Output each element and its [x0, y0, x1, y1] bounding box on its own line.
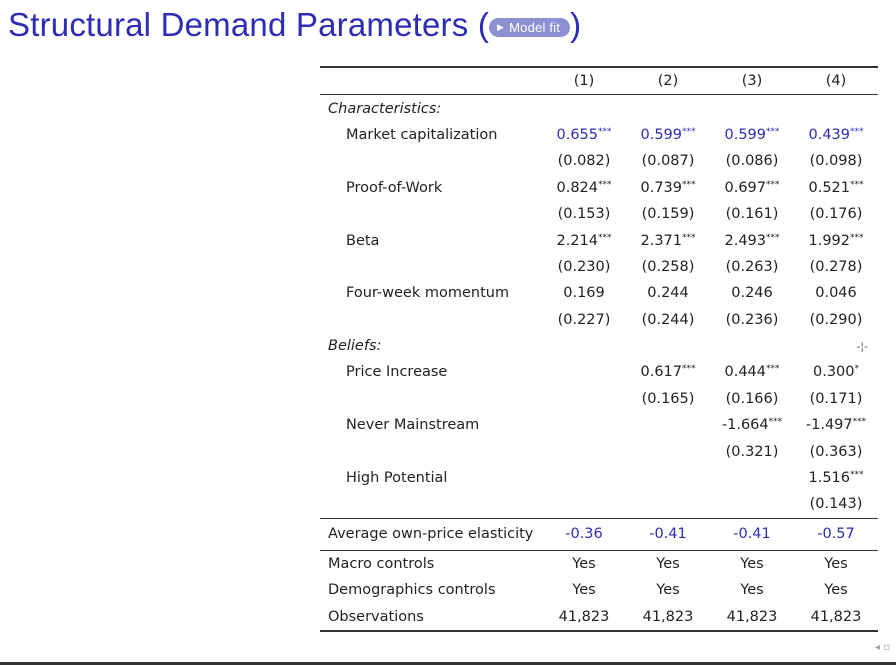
- section-characteristics: Characteristics:: [328, 100, 442, 117]
- nav-left-arrow-icon[interactable]: ◂: [875, 642, 880, 653]
- col-header-2: (2): [657, 73, 679, 90]
- table-row-se: (0.230) (0.258) (0.263) (0.278): [557, 258, 863, 275]
- row-label: Beta: [346, 232, 380, 249]
- row-label: Never Mainstream: [346, 417, 480, 434]
- play-icon: ▶: [497, 22, 505, 32]
- beliefs-marker: -¦-: [856, 339, 868, 353]
- row-label: Price Increase: [346, 364, 448, 381]
- row-label: High Potential: [346, 470, 448, 487]
- col-header-4: (4): [825, 73, 847, 90]
- table-row-se: (0.143): [809, 496, 863, 513]
- title-text: Structural Demand Parameters: [8, 6, 469, 43]
- table-row: Four-week momentum 0.169 0.244 0.246 0.0…: [320, 280, 878, 306]
- section-row: Characteristics:: [320, 95, 878, 122]
- table-row-se: (0.227) (0.244) (0.236) (0.290): [557, 311, 863, 328]
- table-row-se: (0.153) (0.159) (0.161) (0.176): [557, 206, 863, 223]
- model-fit-button[interactable]: ▶ Model fit: [489, 18, 571, 37]
- model-fit-label: Model fit: [509, 20, 561, 35]
- table-row: Price Increase 0.617*** 0.444*** 0.300*: [320, 359, 878, 385]
- col-header-3: (3): [741, 73, 763, 90]
- regression-table: (1) (2) (3) (4) Characteristics: Market …: [320, 66, 878, 632]
- table-row: Demographics controls Yes Yes Yes Yes: [320, 577, 878, 603]
- row-label: Market capitalization: [346, 126, 498, 143]
- section-beliefs: Beliefs:: [328, 338, 382, 355]
- table-row: Market capitalization 0.655*** 0.599*** …: [320, 122, 878, 148]
- table-row-se: (0.082) (0.087) (0.086) (0.098): [557, 153, 863, 170]
- header-row: (1) (2) (3) (4): [320, 67, 878, 95]
- row-label: Proof-of-Work: [346, 179, 443, 196]
- col-header-1: (1): [573, 73, 595, 90]
- table-row-se: (0.165) (0.166) (0.171): [641, 390, 863, 407]
- row-label: Average own-price elasticity: [328, 526, 534, 543]
- row-label: Observations: [328, 608, 424, 625]
- table-row-se: (0.321) (0.363): [725, 443, 863, 460]
- table-row: Never Mainstream -1.664*** -1.497***: [320, 412, 878, 438]
- row-label: Demographics controls: [328, 582, 496, 599]
- table-row: High Potential 1.516***: [320, 465, 878, 491]
- row-label: Macro controls: [328, 555, 435, 572]
- beamer-nav[interactable]: ◂ ▫: [875, 642, 890, 653]
- elasticity-row: Average own-price elasticity -0.36 -0.41…: [320, 518, 878, 550]
- title-close-paren: ): [570, 6, 582, 43]
- table-row: Observations 41,823 41,823 41,823 41,823: [320, 603, 878, 631]
- table-row: Beta 2.214*** 2.371*** 2.493*** 1.992***: [320, 227, 878, 253]
- row-label: Four-week momentum: [346, 285, 510, 302]
- table-row: Macro controls Yes Yes Yes Yes: [320, 550, 878, 577]
- title-open-paren: (: [477, 6, 490, 43]
- section-row: Beliefs: -¦-: [320, 333, 878, 359]
- table-row: Proof-of-Work 0.824*** 0.739*** 0.697***…: [320, 175, 878, 201]
- nav-frame-icon[interactable]: ▫: [883, 642, 890, 653]
- page-title: Structural Demand Parameters ( ▶ Model fit…: [8, 6, 581, 44]
